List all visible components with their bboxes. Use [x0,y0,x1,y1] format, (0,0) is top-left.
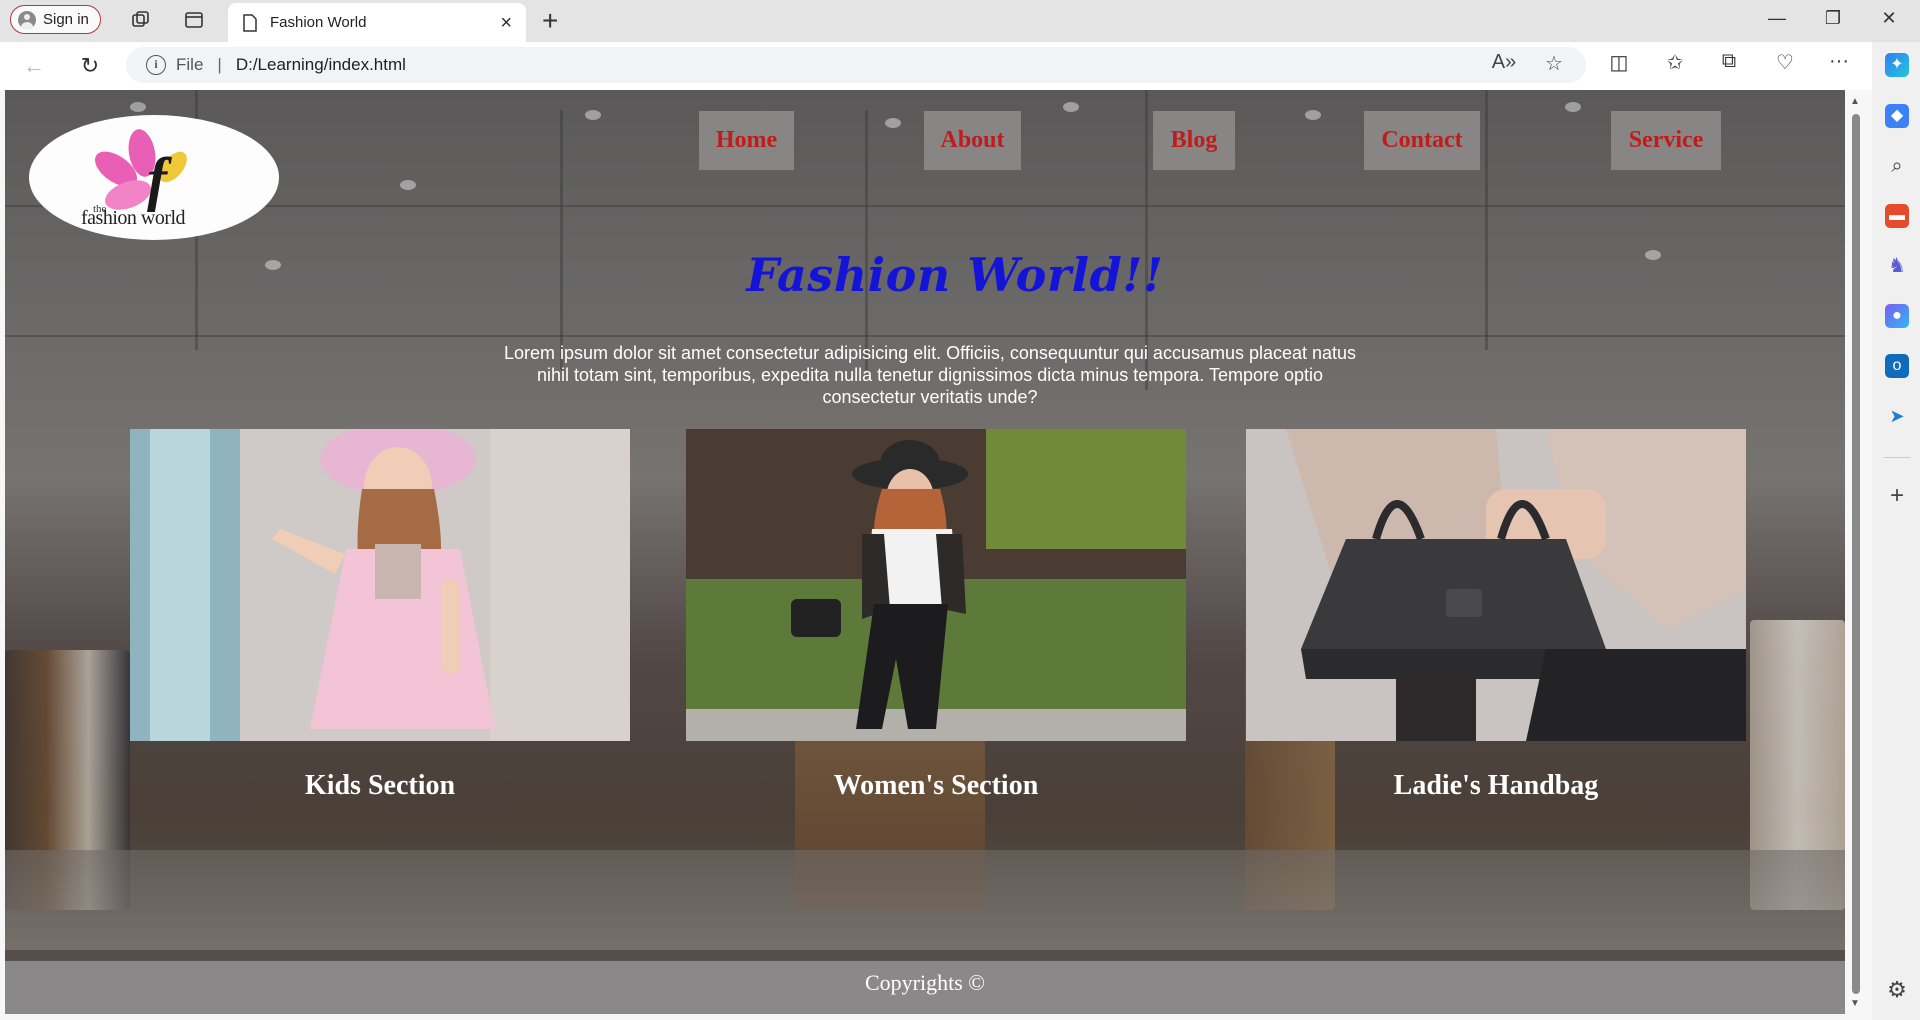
microsoft365-icon[interactable]: ● [1885,304,1909,328]
kids-section-caption: Kids Section [304,770,456,801]
collections-icon[interactable]: ⧉ [1714,50,1744,73]
favorite-star-icon[interactable]: ☆ [1540,51,1568,76]
address-separator: | [217,55,222,74]
refresh-icon[interactable]: ↻ [76,52,104,80]
copilot-icon[interactable]: ✦ [1885,53,1909,77]
favorites-icon[interactable]: ✩ [1660,50,1690,75]
edge-sidebar: ✦ ◆ ⌕ ▬ ♞ ● o ➤ + ⚙ [1872,42,1920,1020]
nav-contact[interactable]: Contact [1364,111,1480,170]
nav-blog[interactable]: Blog [1153,111,1235,170]
tab-fashion-world[interactable]: Fashion World × [228,3,526,42]
workspaces-icon[interactable] [130,9,152,31]
site-info-icon[interactable]: i [146,55,166,75]
web-page: f the fashion world Home About Blog Cont… [5,90,1845,1014]
sign-in-label: Sign in [43,11,89,28]
new-tab-button[interactable]: + [542,7,558,35]
sidebar-settings-icon[interactable]: ⚙ [1884,977,1910,1003]
girl-in-pink-dress-photo [130,429,630,741]
scrollbar-thumb[interactable] [1852,114,1860,994]
scroll-up-icon[interactable]: ▲ [1850,96,1860,107]
intro-paragraph: Lorem ipsum dolor sit amet consectetur a… [503,343,1357,407]
minimize-icon[interactable]: — [1762,8,1792,29]
more-menu-icon[interactable]: ··· [1824,50,1854,73]
page-footer: Copyrights © [5,961,1845,1014]
read-aloud-icon[interactable]: A» [1490,51,1518,74]
address-bar[interactable]: i File | D:/Learning/index.html [126,47,1586,83]
ladies-handbag-caption: Ladie's Handbag [1393,770,1599,801]
restore-icon[interactable]: ❐ [1818,8,1848,29]
browser-essentials-icon[interactable]: ♡ [1770,50,1800,75]
browser-tab-bar: Sign in Fashion World × + — ❐ ✕ [0,0,1920,42]
ladies-handbag-image[interactable] [1246,429,1746,741]
tab-actions-icon[interactable] [183,9,205,31]
send-icon[interactable]: ➤ [1885,404,1909,428]
tab-title: Fashion World [270,14,367,31]
black-handbag-photo [1246,429,1746,741]
page-icon [243,13,257,32]
logo-initial: f [147,146,167,212]
address-protocol: File [176,55,204,74]
address-url: D:/Learning/index.html [235,55,406,74]
logo-name: fashion world [81,207,186,229]
kids-section-image[interactable] [130,429,630,741]
woman-in-hat-outdoor-photo [686,429,1186,741]
outlook-icon[interactable]: o [1885,354,1909,378]
scroll-down-icon[interactable]: ▼ [1850,998,1860,1009]
close-tab-icon[interactable]: × [500,13,512,33]
nav-about[interactable]: About [924,111,1021,170]
games-icon[interactable]: ♞ [1885,254,1909,278]
page-title: Fashion World!! [746,248,1164,302]
shopping-tag-icon[interactable]: ◆ [1885,104,1909,128]
back-icon[interactable]: ← [20,52,48,80]
sign-in-button[interactable]: Sign in [10,5,101,34]
nav-service[interactable]: Service [1611,111,1721,170]
womens-section-image[interactable] [686,429,1186,741]
page-scrollbar[interactable]: ▲ ▼ [1845,90,1867,1014]
womens-section-caption: Women's Section [833,770,1039,801]
sidebar-divider [1884,457,1910,458]
search-icon[interactable]: ⌕ [1885,154,1909,178]
nav-home[interactable]: Home [699,111,794,170]
split-screen-icon[interactable]: ◫ [1604,50,1634,75]
fashion-world-logo[interactable]: f the fashion world [29,115,279,240]
close-window-icon[interactable]: ✕ [1874,8,1904,29]
profile-icon [18,10,36,29]
address-bar-row: ← ↻ i File | D:/Learning/index.html A» ☆… [0,42,1920,90]
add-sidebar-app-icon[interactable]: + [1884,482,1910,510]
tools-icon[interactable]: ▬ [1885,204,1909,228]
